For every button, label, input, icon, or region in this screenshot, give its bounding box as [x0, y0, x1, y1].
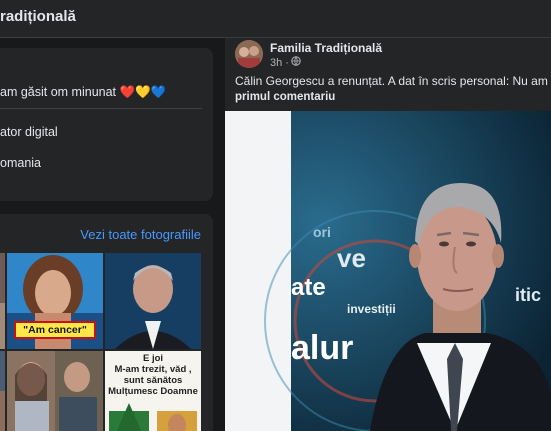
post-first-comment-link[interactable]: primul comentariu	[235, 91, 335, 103]
see-all-photos-link[interactable]: Vezi toate fotografiile	[80, 227, 201, 242]
photo-caption-morning: E joi M-am trezit, văd , sunt sănătos Mu…	[108, 353, 198, 397]
page-title: radițională	[0, 8, 76, 25]
photo-thumbnail[interactable]	[0, 253, 5, 349]
image-text-ori: ori	[313, 224, 331, 240]
photo-thumbnail-morning[interactable]: E joi M-am trezit, văd , sunt sănătos Mu…	[105, 351, 201, 431]
globe-icon	[291, 56, 301, 69]
image-text-investitii: investiții	[347, 302, 396, 316]
photo-thumbnail-family[interactable]	[7, 351, 103, 431]
photo-thumbnail-cancer[interactable]: "Am cancer"	[7, 253, 103, 349]
intro-bio: am găsit om minunat ❤️💛💙	[0, 85, 167, 99]
post-page-name[interactable]: Familia Tradițională	[270, 41, 382, 55]
post-text: Călin Georgescu a renunțat. A dat în scr…	[235, 74, 551, 88]
intro-card: am găsit om minunat ❤️💛💙 ator digital om…	[0, 48, 213, 201]
photo-thumbnail[interactable]	[0, 351, 5, 431]
photo-thumbnail-man[interactable]	[105, 253, 201, 349]
intro-detail-category: ator digital	[0, 125, 58, 139]
image-text-ate: ate	[291, 274, 326, 301]
image-text-ve: ve	[337, 243, 366, 273]
post-card: Familia Tradițională 3h · Călin Georgesc…	[225, 38, 551, 431]
post-image[interactable]: ori ve ate investiții alur itic	[225, 111, 551, 431]
photo-caption-cancer: "Am cancer"	[14, 321, 96, 339]
post-meta: 3h ·	[270, 56, 301, 69]
image-text-itic: itic	[515, 285, 541, 305]
intro-detail-location: omania	[0, 156, 41, 170]
image-text-alur: alur	[291, 329, 353, 367]
post-time[interactable]: 3h ·	[270, 57, 289, 69]
intro-divider	[0, 108, 202, 109]
photos-card: Vezi toate fotografiile "Am cancer" E jo…	[0, 214, 213, 431]
top-bar: radițională	[0, 0, 551, 38]
page-avatar[interactable]	[235, 40, 263, 68]
